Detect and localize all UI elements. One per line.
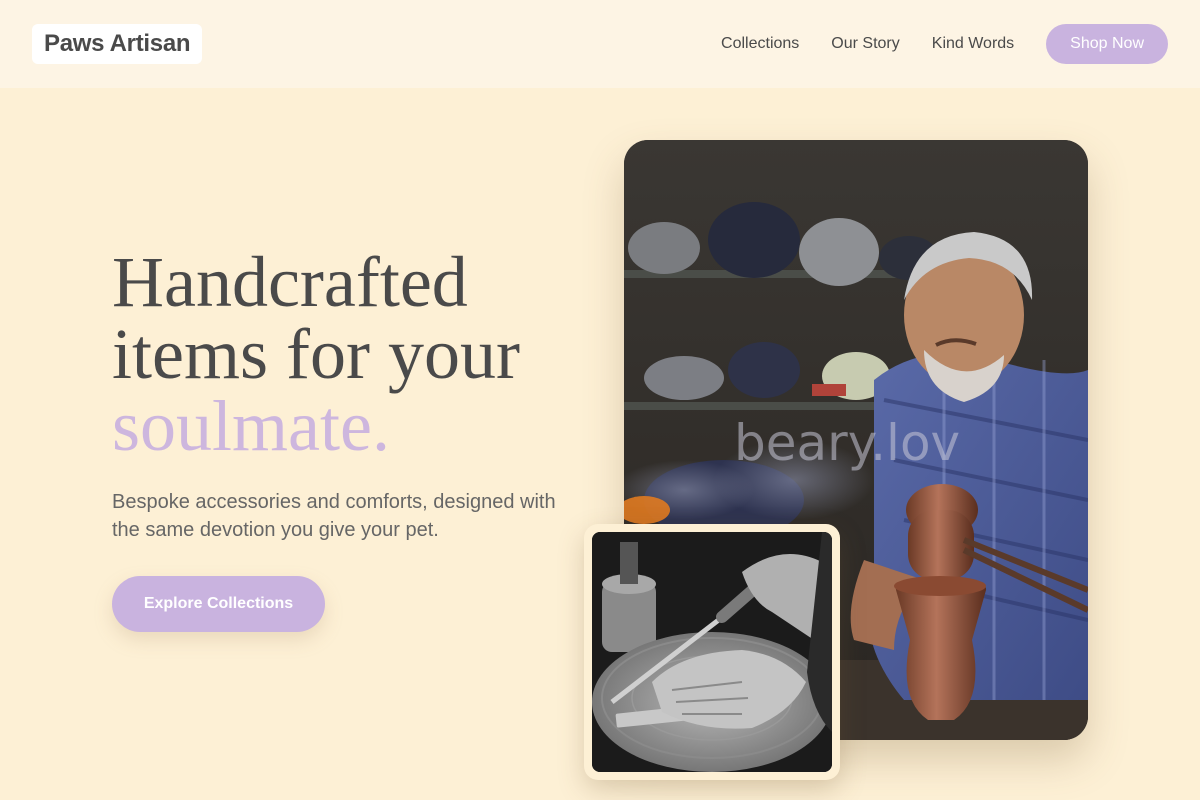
craft-detail-photo	[592, 532, 832, 772]
craft-detail-illustration	[592, 532, 832, 772]
shop-now-button[interactable]: Shop Now	[1046, 24, 1168, 64]
site-header: Paws Artisan Collections Our Story Kind …	[0, 0, 1200, 88]
main-nav: Collections Our Story Kind Words Shop No…	[721, 24, 1168, 64]
hero-title-line-2: items for your	[112, 314, 520, 394]
image-watermark: beary.lov	[734, 414, 961, 472]
hero-title: Handcrafted items for your soulmate.	[112, 246, 592, 462]
brand-logo[interactable]: Paws Artisan	[32, 24, 203, 64]
nav-link-kind-words[interactable]: Kind Words	[932, 35, 1014, 53]
craft-detail-card	[584, 524, 840, 780]
hero-title-line-1: Handcrafted	[112, 242, 468, 322]
nav-link-collections[interactable]: Collections	[721, 35, 799, 53]
hero-title-accent: soulmate.	[112, 386, 390, 466]
explore-collections-button[interactable]: Explore Collections	[112, 576, 325, 632]
hero-subtitle: Bespoke accessories and comforts, design…	[112, 491, 556, 541]
nav-link-our-story[interactable]: Our Story	[831, 35, 899, 53]
